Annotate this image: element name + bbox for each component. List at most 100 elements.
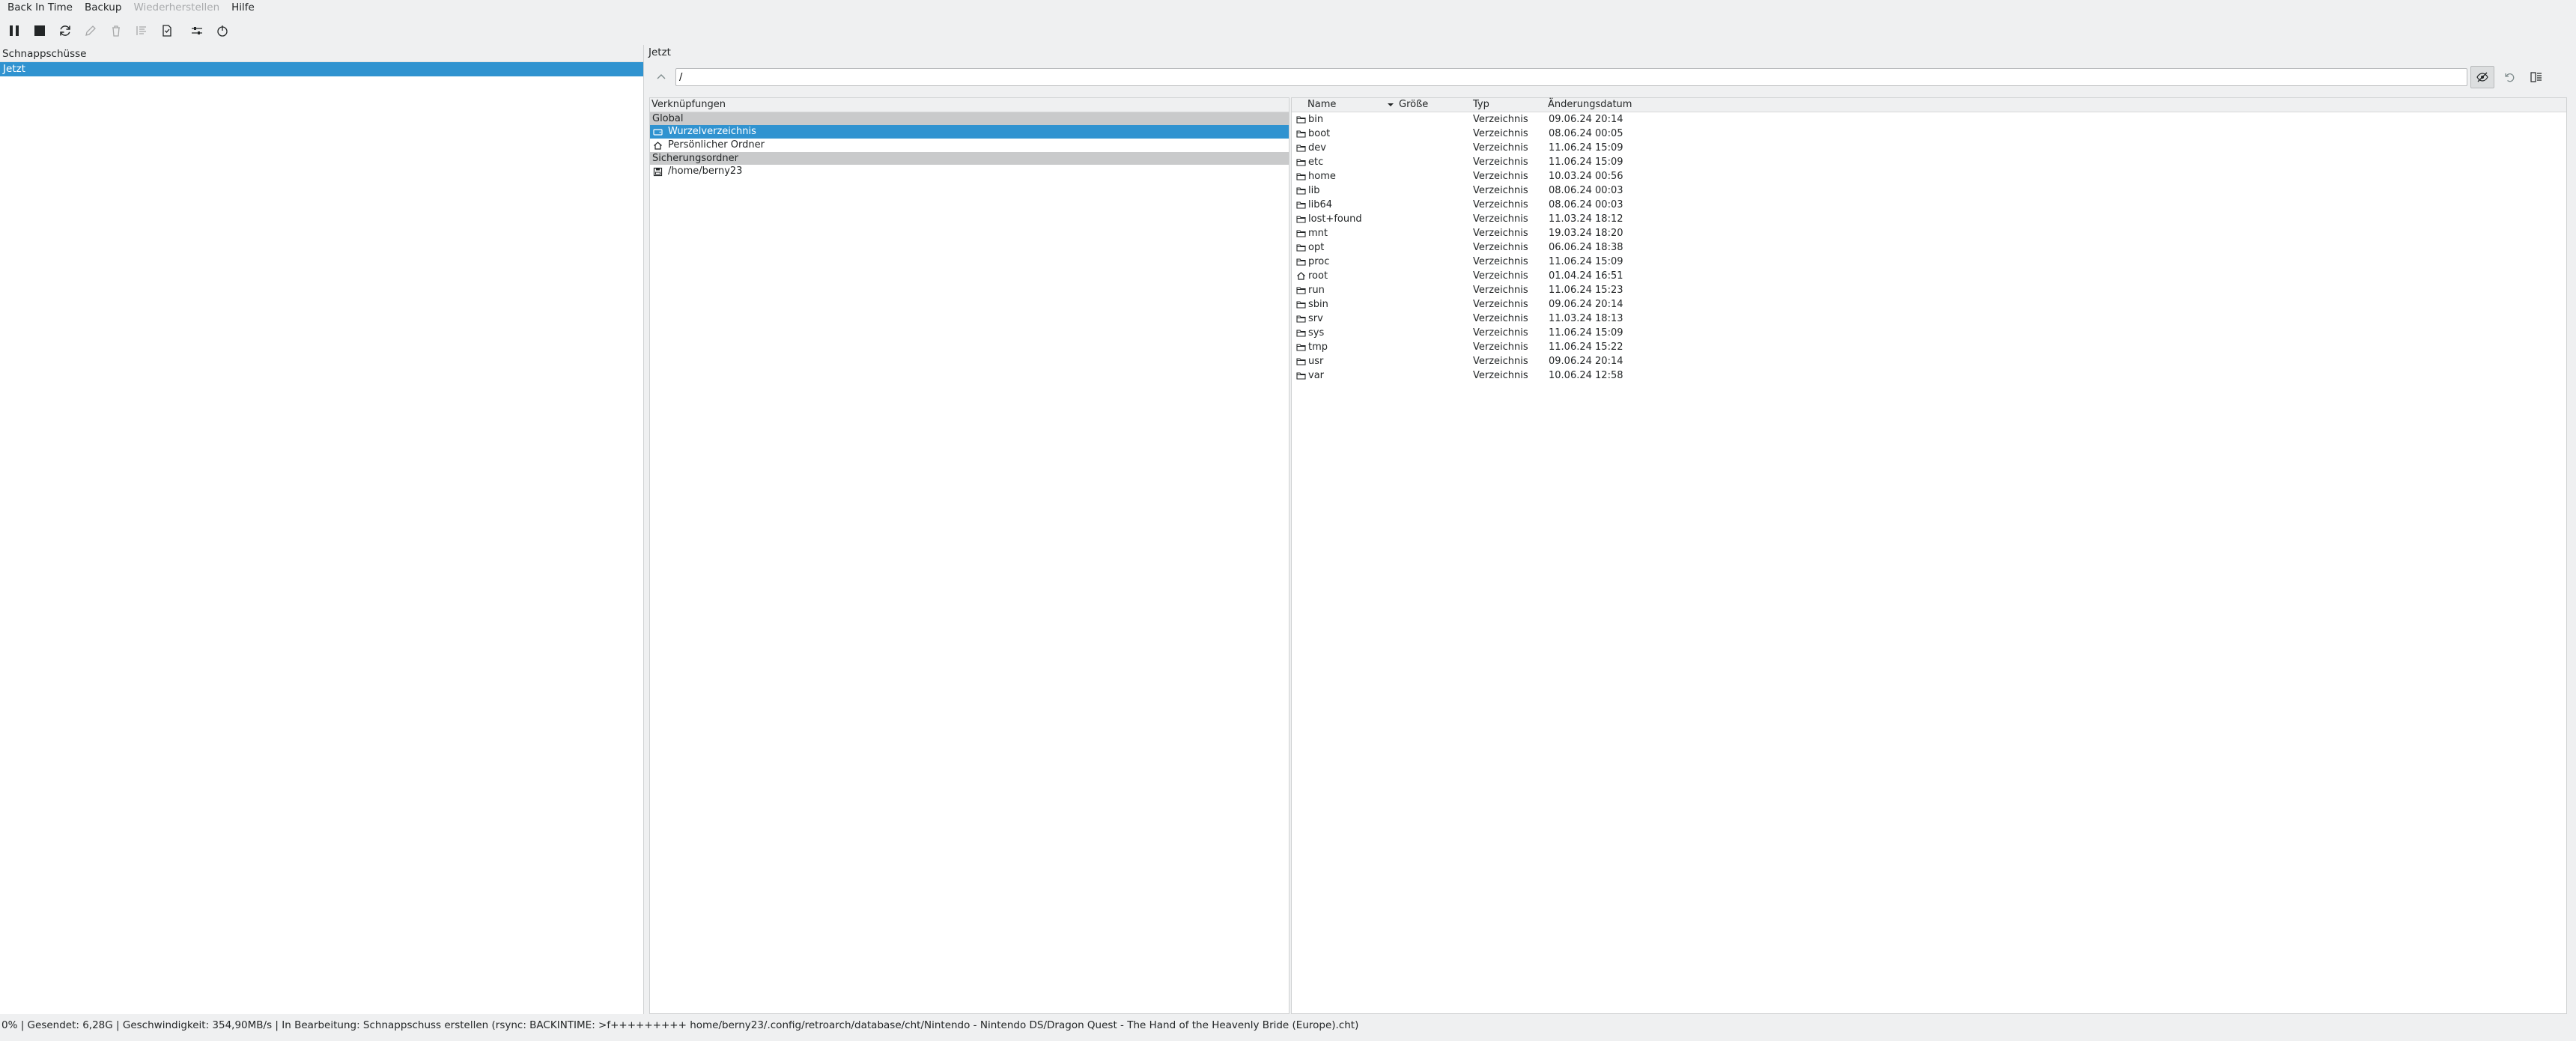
file-date: 11.06.24 15:23 xyxy=(1549,285,1623,296)
file-row[interactable]: lost+found Verzeichnis 11.03.24 18:12 xyxy=(1292,212,2566,226)
folder-icon xyxy=(1296,330,1306,337)
place-root[interactable]: Wurzelverzeichnis xyxy=(650,125,1289,139)
delete-button[interactable] xyxy=(105,19,127,42)
hidden-eye-icon xyxy=(2476,72,2488,82)
folder-icon xyxy=(1296,159,1306,166)
file-date: 08.06.24 00:05 xyxy=(1549,128,1623,139)
folder-icon xyxy=(1296,145,1306,152)
column-size[interactable]: Größe xyxy=(1399,98,1428,112)
file-name: lib xyxy=(1308,185,1320,196)
file-row[interactable]: mnt Verzeichnis 19.03.24 18:20 xyxy=(1292,226,2566,240)
folder-icon xyxy=(1296,315,1306,323)
file-row[interactable]: home Verzeichnis 10.03.24 00:56 xyxy=(1292,169,2566,183)
places-section-backup: Sicherungsordner xyxy=(650,152,1289,165)
settings-button[interactable] xyxy=(186,19,208,42)
file-date: 09.06.24 20:14 xyxy=(1549,299,1623,310)
file-date: 10.03.24 00:56 xyxy=(1549,171,1623,182)
refresh-icon xyxy=(60,25,70,36)
refresh-button[interactable] xyxy=(54,19,76,42)
folder-icon xyxy=(1296,187,1306,195)
folder-icon xyxy=(1296,216,1306,223)
places-header[interactable]: Verknüpfungen xyxy=(650,98,1289,112)
menu-backup[interactable]: Backup xyxy=(77,0,127,15)
stop-button[interactable] xyxy=(28,19,51,42)
file-row[interactable]: bin Verzeichnis 09.06.24 20:14 xyxy=(1292,112,2566,127)
menu-help[interactable]: Hilfe xyxy=(224,0,259,15)
toolbar xyxy=(0,18,2576,43)
folder-icon xyxy=(1296,287,1306,294)
file-row[interactable]: dev Verzeichnis 11.06.24 15:09 xyxy=(1292,141,2566,155)
file-name: usr xyxy=(1308,356,1324,367)
home-icon xyxy=(654,141,662,150)
folder-icon xyxy=(1296,230,1306,237)
folder-up-button[interactable] xyxy=(650,66,672,88)
file-name: run xyxy=(1308,285,1325,296)
column-type[interactable]: Typ xyxy=(1473,98,1489,112)
place-backup-folder[interactable]: /home/berny23 xyxy=(650,165,1289,178)
menu-bar: Back In Time Backup Wiederherstellen Hil… xyxy=(0,0,2576,15)
files-header: Name Größe Typ Änderungsdatum xyxy=(1292,98,2566,112)
file-row[interactable]: tmp Verzeichnis 11.06.24 15:22 xyxy=(1292,340,2566,354)
menu-back-in-time[interactable]: Back In Time xyxy=(0,0,77,15)
snapshots-header[interactable]: Schnappschüsse xyxy=(0,45,643,62)
folder-icon xyxy=(1296,116,1306,124)
file-name: root xyxy=(1308,270,1328,282)
path-input[interactable] xyxy=(675,68,2467,86)
snapshots-list-button[interactable] xyxy=(2524,66,2548,88)
column-name[interactable]: Name xyxy=(1307,98,1397,112)
file-name: mnt xyxy=(1308,228,1328,239)
file-date: 01.04.24 16:51 xyxy=(1549,270,1623,282)
list-icon xyxy=(136,26,146,35)
file-name: srv xyxy=(1308,313,1323,324)
file-type: Verzeichnis xyxy=(1473,370,1528,381)
file-row[interactable]: lib64 Verzeichnis 08.06.24 00:03 xyxy=(1292,198,2566,212)
place-backup-folder-label: /home/berny23 xyxy=(668,166,743,177)
file-type: Verzeichnis xyxy=(1473,228,1528,239)
file-row[interactable]: opt Verzeichnis 06.06.24 18:38 xyxy=(1292,240,2566,255)
file-row[interactable]: boot Verzeichnis 08.06.24 00:05 xyxy=(1292,127,2566,141)
edit-button[interactable] xyxy=(79,19,102,42)
edit-icon xyxy=(85,25,96,36)
file-name: opt xyxy=(1308,242,1325,253)
file-type: Verzeichnis xyxy=(1473,114,1528,125)
show-hidden-toggle[interactable] xyxy=(2470,66,2494,88)
settings-sliders-icon xyxy=(192,27,202,34)
file-type: Verzeichnis xyxy=(1473,270,1528,282)
folder-icon xyxy=(1296,258,1306,266)
path-bar xyxy=(650,64,2570,90)
file-row[interactable]: sys Verzeichnis 11.06.24 15:09 xyxy=(1292,326,2566,340)
file-row[interactable]: var Verzeichnis 10.06.24 12:58 xyxy=(1292,368,2566,383)
shutdown-button[interactable] xyxy=(211,19,234,42)
file-row[interactable]: usr Verzeichnis 09.06.24 20:14 xyxy=(1292,354,2566,368)
file-name: var xyxy=(1308,370,1325,381)
column-date[interactable]: Änderungsdatum xyxy=(1548,98,1632,112)
folder-icon xyxy=(1296,301,1306,309)
file-row[interactable]: lib Verzeichnis 08.06.24 00:03 xyxy=(1292,183,2566,198)
home-icon xyxy=(1297,272,1305,280)
file-row[interactable]: proc Verzeichnis 11.06.24 15:09 xyxy=(1292,255,2566,269)
snapshots-pane: Schnappschüsse Jetzt xyxy=(0,45,644,1014)
power-icon xyxy=(217,25,228,37)
file-name: bin xyxy=(1308,114,1324,125)
folder-icon xyxy=(1296,358,1306,365)
file-name: boot xyxy=(1308,128,1331,139)
file-type: Verzeichnis xyxy=(1473,171,1528,182)
snapshot-item[interactable]: Jetzt xyxy=(0,62,643,76)
file-row[interactable]: root Verzeichnis 01.04.24 16:51 xyxy=(1292,269,2566,283)
file-row[interactable]: etc Verzeichnis 11.06.24 15:09 xyxy=(1292,155,2566,169)
file-row[interactable]: sbin Verzeichnis 09.06.24 20:14 xyxy=(1292,297,2566,312)
file-date: 08.06.24 00:03 xyxy=(1549,185,1623,196)
list-button[interactable] xyxy=(130,19,153,42)
place-home[interactable]: Persönlicher Ordner xyxy=(650,139,1289,152)
file-date: 11.06.24 15:09 xyxy=(1549,142,1623,154)
menu-restore[interactable]: Wiederherstellen xyxy=(126,0,224,15)
log-button[interactable] xyxy=(156,19,178,42)
files-panel: Name Größe Typ Änderungsdatum bin Verzeic… xyxy=(1291,97,2567,1014)
file-row[interactable]: srv Verzeichnis 11.03.24 18:13 xyxy=(1292,312,2566,326)
restore-button[interactable] xyxy=(2497,66,2521,88)
places-section-global: Global xyxy=(650,112,1289,125)
file-date: 11.06.24 15:22 xyxy=(1549,342,1623,353)
pause-button[interactable] xyxy=(3,19,25,42)
file-row[interactable]: run Verzeichnis 11.06.24 15:23 xyxy=(1292,283,2566,297)
file-log-icon xyxy=(162,25,171,37)
